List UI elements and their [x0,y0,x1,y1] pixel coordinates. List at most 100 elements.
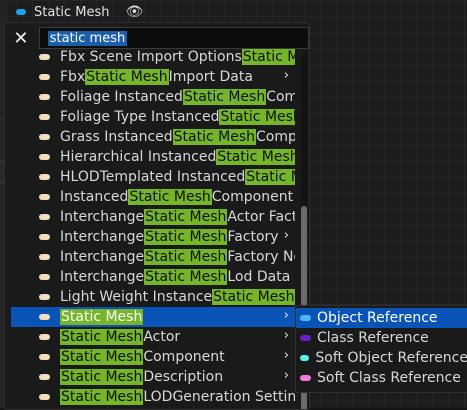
search-match-highlight: Static M [245,169,295,185]
search-match-highlight: Static Mesh [60,369,144,385]
search-match-highlight: Static Mesh [60,389,144,405]
chevron-right-icon: › [283,328,289,343]
menu-item-label: Grass Instanced [60,129,173,145]
menu-item-label: Instanced [60,189,129,205]
menu-item-label: LODGeneration Setting [143,389,295,405]
struct-type-icon [39,94,50,100]
reference-type-icon [300,375,311,381]
search-match-highlight: Static Mesh [85,69,169,85]
submenu-item[interactable]: Object Reference [296,308,467,328]
reference-type-icon [300,315,311,321]
menu-item-label: Interchange [60,229,145,245]
submenu-item-label: Soft Class Reference [317,370,461,386]
menu-item[interactable]: HLODTemplated Instanced Static M [11,167,295,187]
menu-item[interactable]: Static Mesh › [11,307,295,327]
search-match-highlight: Static M [241,49,295,65]
search-match-highlight: Static Mesh [219,109,295,125]
struct-type-icon [39,254,50,260]
struct-type-icon [39,114,50,120]
menu-item-label: Actor [143,329,181,345]
submenu-item-label: Object Reference [317,310,438,326]
struct-type-icon [39,194,50,200]
close-icon[interactable]: ✕ [11,28,31,49]
submenu-item-label: Soft Object Reference [315,350,467,366]
menu-item-label: Description [143,369,224,385]
menu-item[interactable]: Instanced Static Mesh Component [11,187,295,207]
menu-item[interactable]: Hierarchical Instanced Static Mesh [11,147,295,167]
eye-icon[interactable]: 👁 [126,4,144,20]
search-value: static mesh [47,30,128,46]
menu-item[interactable]: Light Weight Instance Static Mesh [11,287,295,307]
struct-type-icon [39,134,50,140]
menu-item[interactable]: Static Mesh Component › [11,347,295,367]
struct-type-icon [39,174,50,180]
struct-type-icon [39,274,50,280]
menu-item-label: Fbx Scene Import Options [60,49,242,65]
chevron-right-icon: › [283,228,289,243]
menu-item[interactable]: Grass Instanced Static Mesh Comp [11,127,295,147]
search-match-highlight: Static Mesh [60,309,144,325]
chevron-right-icon: › [283,308,289,323]
type-picker-menu: ✕ static mesh Fbx Scene Import Options S… [4,22,310,410]
menu-item[interactable]: Interchange Static Mesh Actor Fact [11,207,295,227]
menu-item[interactable]: Interchange Static Mesh Lod Data I [11,267,295,287]
search-match-highlight: Static Mesh [144,269,228,285]
struct-type-icon [39,214,50,220]
menu-item-label: Comp [256,129,295,145]
menu-item[interactable]: Static Mesh Actor › [11,327,295,347]
menu-item[interactable]: Static Mesh Description › [11,367,295,387]
menu-item-label: Com [266,89,295,105]
struct-type-icon [39,394,50,400]
struct-type-icon [39,334,50,340]
menu-item[interactable]: Interchange Static Mesh Factory › [11,227,295,247]
menu-item-label: Factory No [227,249,295,265]
search-input[interactable]: static mesh [38,27,309,49]
search-match-highlight: Static Mesh [128,189,212,205]
submenu-item[interactable]: Soft Object Reference [296,348,467,368]
menu-item[interactable]: Foliage Instanced Static Mesh Com [11,87,295,107]
menu-item[interactable]: Foliage Type Instanced Static Mesh [11,107,295,127]
submenu-item[interactable]: Soft Class Reference [296,368,467,388]
menu-item-label: Interchange [60,249,145,265]
menu-item[interactable]: Interchange Static Mesh Factory No [11,247,295,267]
chevron-right-icon: › [283,368,289,383]
menu-item-label: Actor Fact [227,209,295,225]
struct-type-icon [39,314,50,320]
search-match-highlight: Static Mesh [216,149,295,165]
menu-item-label: Component [211,189,294,205]
reference-type-icon [300,355,310,361]
struct-type-icon [39,294,50,300]
reference-type-icon [300,335,311,341]
struct-type-icon [39,154,50,160]
struct-type-icon [39,74,50,80]
struct-type-icon [39,234,50,240]
search-match-highlight: Static Mesh [182,89,267,105]
menu-item-label: Hierarchical Instanced [60,149,217,165]
menu-item-label: Interchange [60,209,145,225]
menu-item-label: Foliage Instanced [60,89,183,105]
pin-header: Static Mesh 👁 [0,0,170,24]
chevron-right-icon: › [283,348,289,363]
pin-type-dot [16,9,26,15]
search-match-highlight: Static Mesh [60,349,144,365]
search-match-highlight: Static Mesh [144,209,228,225]
menu-item[interactable]: Static Mesh LODGeneration Setting [11,387,295,407]
struct-type-icon [39,354,50,360]
menu-item-label: Fbx [60,69,86,85]
search-match-highlight: Static Mesh [144,249,228,265]
pin-title: Static Mesh [34,4,110,20]
struct-type-icon [39,54,50,60]
submenu-item[interactable]: Class Reference [296,328,467,348]
menu-item-label: Import Data [168,69,253,85]
menu-item[interactable]: Fbx Static Mesh Import Data › [11,67,295,87]
reference-type-submenu: Object Reference Class Reference Soft Obje… [295,305,467,393]
chevron-right-icon: › [283,68,289,83]
menu-item-label: Factory [227,229,279,245]
submenu-item-label: Class Reference [317,330,429,346]
menu-item[interactable]: Fbx Scene Import Options Static M [11,47,295,67]
menu-item-label: Foliage Type Instanced [60,109,220,125]
search-match-highlight: Static Mesh [172,129,256,145]
search-match-highlight: Static Mesh [60,329,144,345]
menu-item-label: Light Weight Instance [60,289,213,305]
search-match-highlight: Static Mesh [212,289,295,305]
